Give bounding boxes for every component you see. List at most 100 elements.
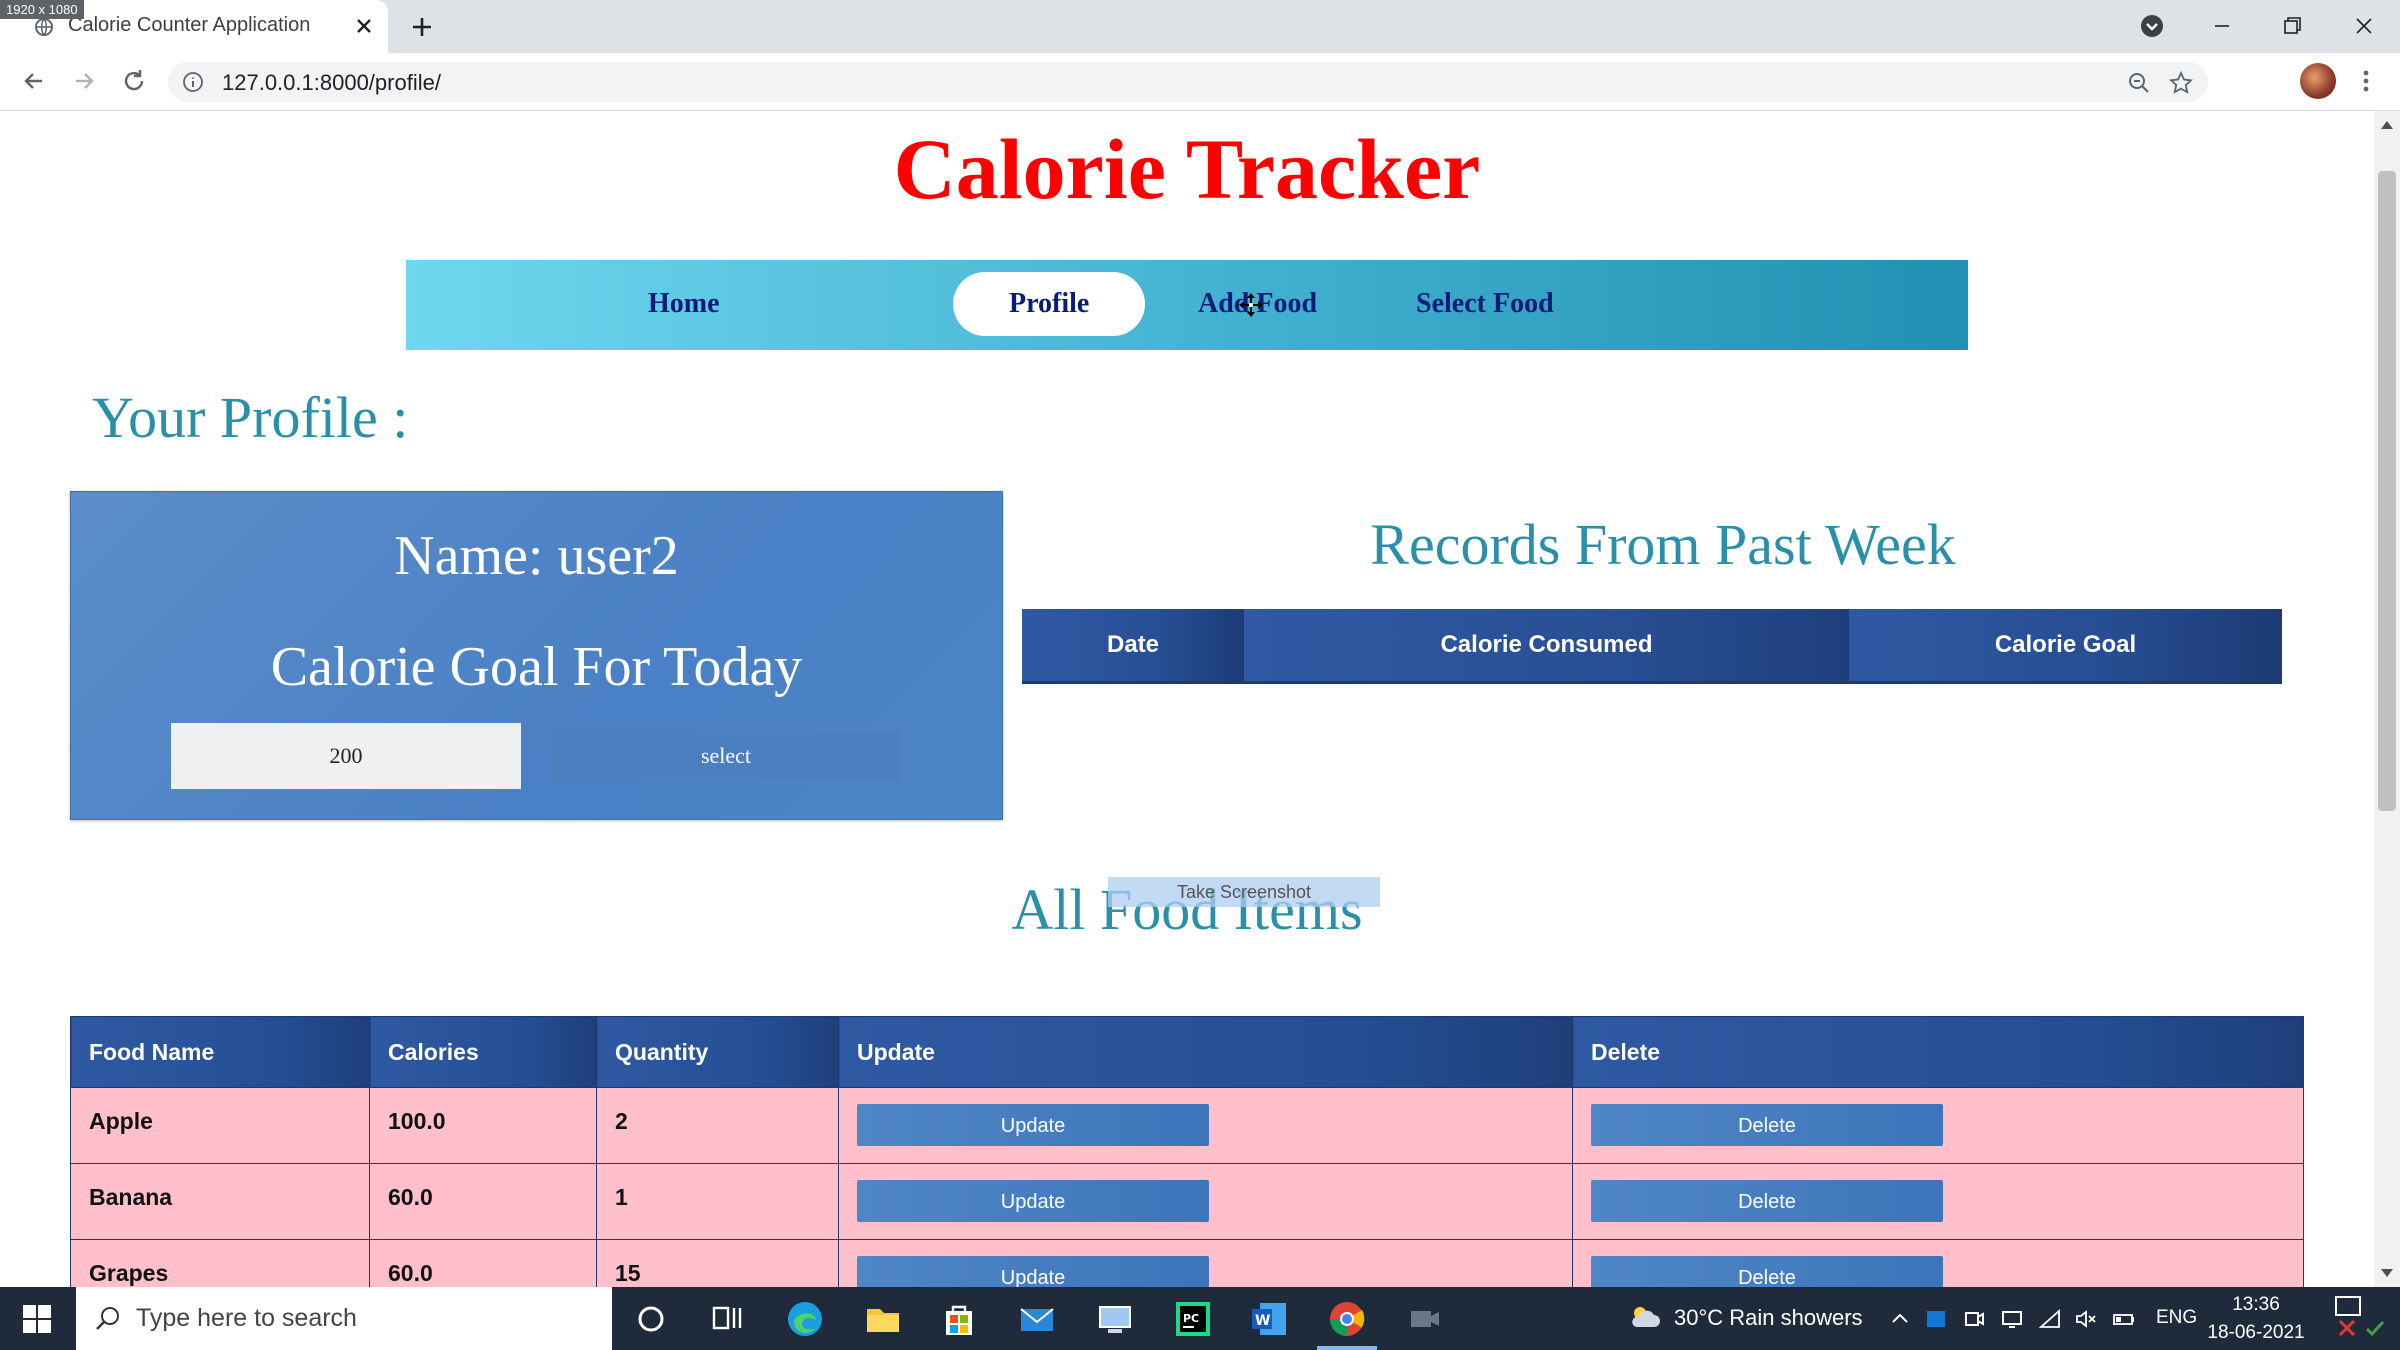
food-header-delete: Delete xyxy=(1572,1016,2304,1088)
restore-icon[interactable] xyxy=(2276,10,2308,42)
scroll-thumb[interactable] xyxy=(2378,171,2396,811)
new-tab-icon[interactable] xyxy=(408,13,436,41)
food-quantity-cell: 2 xyxy=(596,1087,839,1164)
page-viewport: Calorie Tracker Home Profile Add Food Se… xyxy=(0,111,2374,1287)
chrome-icon[interactable] xyxy=(1326,1298,1368,1340)
svg-text:W: W xyxy=(1255,1313,1270,1329)
food-name-cell: Grapes xyxy=(70,1239,370,1287)
mail-icon[interactable] xyxy=(1016,1298,1058,1340)
tab-search-icon[interactable] xyxy=(2136,10,2168,42)
food-quantity-cell: 1 xyxy=(596,1163,839,1240)
word-icon[interactable]: W xyxy=(1248,1298,1290,1340)
scroll-down-icon[interactable] xyxy=(2381,1269,2393,1277)
weather-text[interactable]: 30°C Rain showers xyxy=(1674,1305,1863,1331)
take-screenshot-overlay[interactable]: Take Screenshot xyxy=(1108,877,1380,907)
language-indicator[interactable]: ENG xyxy=(2156,1307,2197,1329)
volume-muted-icon[interactable] xyxy=(2074,1307,2098,1331)
pycharm-icon[interactable]: PC xyxy=(1172,1298,1214,1340)
table-row: Grapes 60.0 15 Update Delete xyxy=(70,1239,2304,1287)
records-heading: Records From Past Week xyxy=(1370,512,1956,577)
food-header-quantity: Quantity xyxy=(596,1016,839,1088)
browser-toolbar: 127.0.0.1:8000/profile/ xyxy=(0,53,2400,111)
camera-app-icon[interactable] xyxy=(1404,1298,1446,1340)
close-window-icon[interactable] xyxy=(2348,10,2380,42)
display-tray-icon[interactable] xyxy=(2000,1307,2024,1331)
food-name-cell: Banana xyxy=(70,1163,370,1240)
cortana-icon[interactable] xyxy=(630,1298,672,1340)
delete-button[interactable]: Delete xyxy=(1591,1104,1943,1146)
checkmark-icon xyxy=(2365,1320,2385,1337)
info-icon[interactable] xyxy=(182,71,204,93)
clock-date: 18-06-2021 xyxy=(2207,1322,2305,1343)
food-header-update: Update xyxy=(838,1016,1573,1088)
browser-tab-strip: Calorie Counter Application 1920 x 1080 xyxy=(0,0,2400,53)
clock-time: 13:36 xyxy=(2232,1294,2280,1315)
taskbar-clock[interactable]: 13:36 18-06-2021 xyxy=(2206,1291,2306,1347)
globe-icon xyxy=(35,18,53,36)
update-cell: Update xyxy=(838,1163,1573,1240)
nav-profile[interactable]: Profile xyxy=(953,272,1146,336)
update-button[interactable]: Update xyxy=(857,1104,1209,1146)
menu-dots-icon[interactable] xyxy=(2356,65,2376,97)
update-button[interactable]: Update xyxy=(857,1256,1209,1287)
profile-name: Name: user2 xyxy=(394,525,679,587)
food-calories-cell: 100.0 xyxy=(369,1087,597,1164)
windows-start-icon[interactable] xyxy=(22,1304,52,1334)
search-icon xyxy=(96,1307,119,1330)
delete-cell: Delete xyxy=(1572,1087,2304,1164)
weather-icon[interactable] xyxy=(1628,1303,1662,1333)
nav-home[interactable]: Home xyxy=(592,272,776,336)
food-header-calories: Calories xyxy=(369,1016,597,1088)
delete-cell: Delete xyxy=(1572,1239,2304,1287)
update-cell: Update xyxy=(838,1087,1573,1164)
error-x-icon xyxy=(2338,1319,2356,1337)
nav-select-food[interactable]: Select Food xyxy=(1360,272,1610,336)
scroll-up-icon[interactable] xyxy=(2381,121,2393,129)
main-navbar: Home Profile Add Food Select Food xyxy=(406,260,1968,350)
calorie-goal-input[interactable] xyxy=(171,723,521,789)
reload-icon[interactable] xyxy=(118,65,150,97)
food-header-name: Food Name xyxy=(70,1016,370,1088)
outlook-tray-icon[interactable] xyxy=(1924,1307,1948,1331)
search-placeholder: Type here to search xyxy=(136,1304,357,1332)
calorie-goal-label: Calorie Goal For Today xyxy=(270,636,803,698)
page-scrollbar[interactable] xyxy=(2374,111,2400,1287)
edge-icon[interactable] xyxy=(784,1298,826,1340)
update-button[interactable]: Update xyxy=(857,1180,1209,1222)
taskbar-search[interactable]: Type here to search xyxy=(76,1287,612,1350)
wifi-icon[interactable] xyxy=(2038,1307,2062,1331)
battery-icon[interactable] xyxy=(2112,1307,2136,1331)
food-calories-cell: 60.0 xyxy=(369,1163,597,1240)
address-bar[interactable]: 127.0.0.1:8000/profile/ xyxy=(168,62,2208,102)
minimize-icon[interactable] xyxy=(2206,10,2238,42)
table-row: Banana 60.0 1 Update Delete xyxy=(70,1163,2304,1240)
select-button[interactable]: select xyxy=(551,730,901,782)
move-cursor-icon xyxy=(1239,293,1263,317)
meet-now-icon[interactable] xyxy=(1962,1307,1986,1331)
url-text[interactable]: 127.0.0.1:8000/profile/ xyxy=(222,70,441,96)
profile-card: Name: user2 Calorie Goal For Today selec… xyxy=(70,491,1003,820)
forward-icon[interactable] xyxy=(68,65,100,97)
notifications-icon[interactable] xyxy=(2334,1295,2362,1317)
delete-cell: Delete xyxy=(1572,1163,2304,1240)
profile-avatar[interactable] xyxy=(2300,63,2336,99)
close-tab-icon[interactable] xyxy=(352,14,376,38)
food-name-cell: Apple xyxy=(70,1087,370,1164)
chevron-up-icon[interactable] xyxy=(1888,1307,1912,1331)
store-icon[interactable] xyxy=(938,1298,980,1340)
task-view-icon[interactable] xyxy=(706,1298,748,1340)
delete-button[interactable]: Delete xyxy=(1591,1256,1943,1287)
delete-button[interactable]: Delete xyxy=(1591,1180,1943,1222)
records-header-consumed: Calorie Consumed xyxy=(1244,609,1849,681)
remote-desktop-icon[interactable] xyxy=(1094,1298,1136,1340)
page-title: Calorie Tracker xyxy=(893,121,1481,217)
chrome-active-indicator xyxy=(1317,1346,1377,1350)
records-header-date: Date xyxy=(1022,609,1244,681)
file-explorer-icon[interactable] xyxy=(862,1298,904,1340)
food-items-table: Food Name Calories Quantity Update Delet… xyxy=(70,1016,2304,1287)
back-icon[interactable] xyxy=(18,65,50,97)
profile-heading: Your Profile : xyxy=(92,385,409,450)
zoom-icon[interactable] xyxy=(2126,70,2152,96)
bookmark-star-icon[interactable] xyxy=(2168,70,2194,96)
windows-taskbar: Type here to search PC W 30°C Rain showe… xyxy=(0,1287,2400,1350)
